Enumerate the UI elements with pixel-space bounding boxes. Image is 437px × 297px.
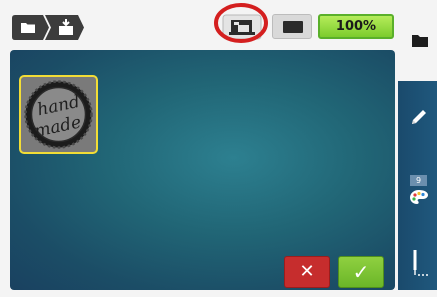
cancel-button[interactable]: ✕ xyxy=(284,256,330,288)
color-count-badge: 9 xyxy=(410,175,427,186)
pencil-icon[interactable] xyxy=(408,106,430,128)
confirm-button[interactable]: ✓ xyxy=(338,256,384,288)
right-sidebar: 9 xyxy=(398,81,437,290)
hand-made-stamp: hand made xyxy=(24,80,93,149)
top-bar: 100% xyxy=(0,0,437,50)
color-palette-icon[interactable] xyxy=(409,189,429,205)
breadcrumb xyxy=(12,15,86,40)
hoop-button[interactable] xyxy=(272,14,312,39)
folder-icon[interactable] xyxy=(20,19,36,39)
hoop-icon xyxy=(283,21,303,33)
needle-icon[interactable] xyxy=(409,248,431,278)
highlight-ring xyxy=(214,3,268,43)
zoom-level[interactable]: 100% xyxy=(318,14,394,39)
embroidery-canvas[interactable]: hand made ✕ ✓ xyxy=(10,50,395,290)
motif-thumbnail[interactable]: hand made xyxy=(19,75,98,154)
import-icon[interactable] xyxy=(57,19,75,40)
folder-icon[interactable] xyxy=(405,28,435,52)
